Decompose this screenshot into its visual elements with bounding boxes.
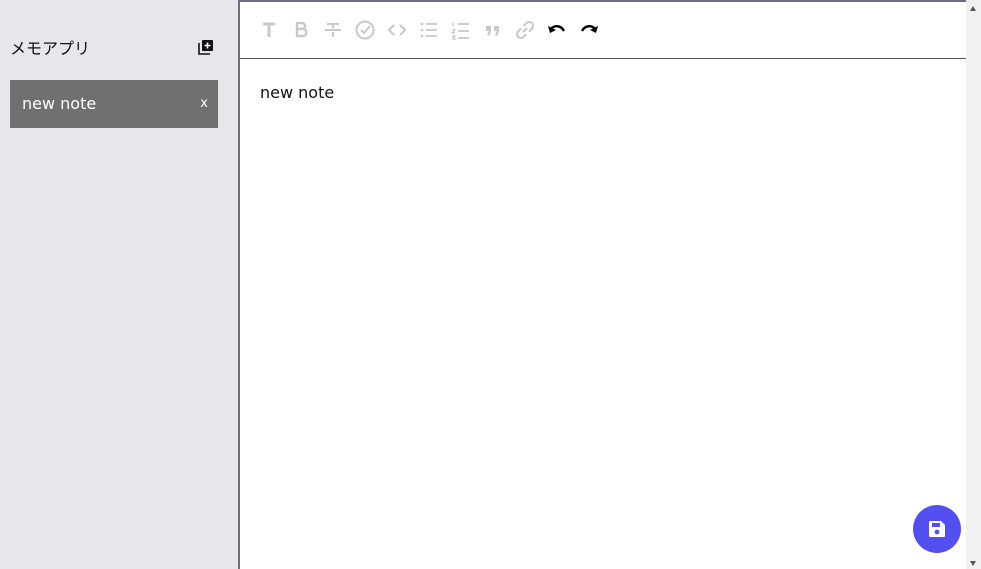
strikethrough-icon [325, 23, 341, 37]
bullet-list-icon [420, 22, 437, 38]
editor-toolbar [240, 2, 966, 59]
save-button[interactable] [913, 505, 961, 553]
bullet-list-button[interactable] [418, 19, 440, 41]
undo-button[interactable] [546, 19, 568, 41]
heading-button[interactable] [258, 19, 280, 41]
link-icon [516, 21, 534, 39]
ordered-list-icon [450, 22, 469, 40]
note-list-item[interactable]: new note x [10, 80, 218, 128]
quote-icon [486, 26, 499, 36]
add-note-button[interactable] [198, 39, 214, 55]
scroll-up-arrow-icon[interactable] [970, 6, 976, 11]
undo-icon [548, 25, 566, 33]
code-icon [387, 24, 407, 36]
save-icon [929, 521, 945, 537]
editor-panel: new note [238, 0, 966, 569]
bold-icon [295, 21, 308, 38]
vertical-scrollbar[interactable] [966, 0, 981, 569]
scroll-down-arrow-icon[interactable] [970, 561, 976, 566]
code-button[interactable] [386, 19, 408, 41]
note-item-label: new note [22, 94, 97, 113]
memo-app: メモアプリ new note x new note [0, 0, 981, 569]
redo-button[interactable] [578, 19, 600, 41]
heading-icon [263, 22, 275, 37]
sidebar-header: メモアプリ [10, 36, 218, 62]
checklist-button[interactable] [354, 19, 376, 41]
ordered-list-button[interactable] [450, 19, 472, 41]
redo-icon [580, 25, 598, 33]
strikethrough-button[interactable] [322, 19, 344, 41]
editor-content[interactable]: new note [260, 82, 940, 104]
delete-note-button[interactable]: x [200, 95, 208, 113]
link-button[interactable] [514, 19, 536, 41]
sidebar: メモアプリ new note x [0, 0, 238, 569]
bold-button[interactable] [290, 19, 312, 41]
add-note-icon [198, 40, 213, 55]
checklist-icon [355, 20, 375, 40]
quote-button[interactable] [482, 19, 504, 41]
app-title: メモアプリ [10, 39, 91, 58]
